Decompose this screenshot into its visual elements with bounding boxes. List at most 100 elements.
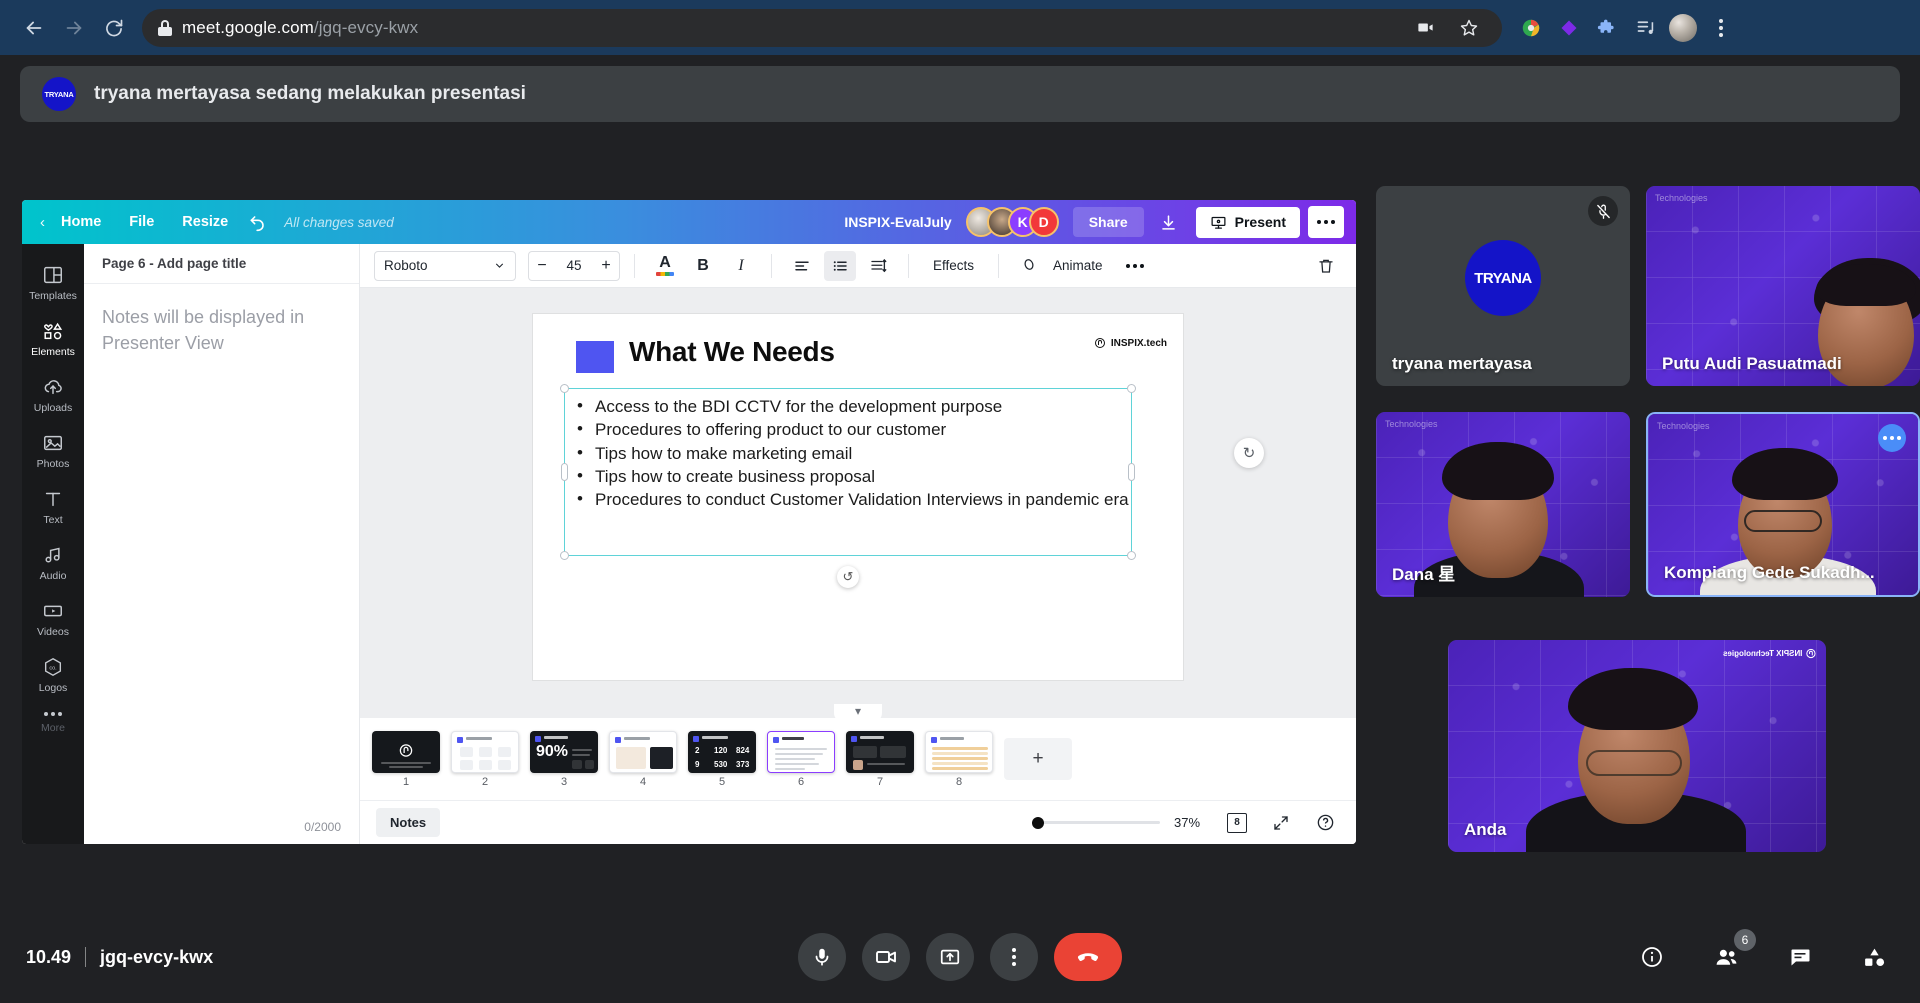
resize-handle-middle-left[interactable] [561,463,568,481]
activities-icon[interactable] [1854,937,1894,977]
toolbar-more-options[interactable] [1119,251,1151,281]
page-thumbnail[interactable]: 90% [530,730,598,773]
document-title[interactable]: INSPIX-EvalJuly [844,214,951,230]
participant-tile-kompiang[interactable]: Technologies Kompiang Gede Sukadh... [1646,412,1920,597]
zoom-slider[interactable] [1032,816,1160,829]
undo-icon[interactable] [242,207,274,237]
page-thumbnail-item[interactable]: 4 [609,730,677,788]
three-dot-menu-icon[interactable] [1702,9,1740,47]
microphone-icon[interactable] [798,933,846,981]
participant-more-options-icon[interactable] [1878,424,1906,452]
font-size-value[interactable]: 45 [555,258,593,273]
forward-arrow-icon[interactable] [54,8,94,48]
sidebar-item-text[interactable]: Text [22,478,84,534]
sidebar-item-photos[interactable]: Photos [22,422,84,478]
page-thumbnail-item[interactable]: 7 [846,730,914,788]
page-thumbnail[interactable] [846,730,914,773]
canva-more-options-button[interactable] [1308,206,1344,238]
page-thumbnail-item[interactable]: 1 [372,730,440,788]
extensions-puzzle-icon[interactable] [1588,9,1626,47]
present-screen-icon[interactable] [926,933,974,981]
effects-button[interactable]: Effects [923,258,984,273]
page-thumbnail[interactable] [767,730,835,773]
page-thumbnail[interactable] [372,730,440,773]
page-thumbnail-item[interactable]: 8 [925,730,993,788]
sidebar-item-templates[interactable]: Templates [22,254,84,310]
page-thumbnail[interactable] [451,730,519,773]
media-playlist-icon[interactable] [1626,9,1664,47]
collaborator-avatar-d[interactable]: D [1028,207,1059,237]
more-options-icon[interactable] [990,933,1038,981]
resize-handle-middle-right[interactable] [1128,463,1135,481]
page-thumbnail[interactable]: 2 120 824 9 530 373 [688,730,756,773]
participant-tile-dana[interactable]: Technologies Dana 星 [1376,412,1630,597]
add-page-button[interactable]: + [1004,738,1072,780]
participant-tile-anda[interactable]: INSPIX Technologies Anda [1448,640,1826,852]
home-button[interactable]: Home [47,208,115,236]
participant-tile-putu[interactable]: Technologies Putu Audi Pasuatmadi [1646,186,1920,386]
font-family-select[interactable]: Roboto [374,250,516,281]
fullscreen-icon[interactable] [1266,808,1296,838]
font-size-stepper[interactable]: − 45 + [528,250,620,281]
page-thumbnail[interactable] [925,730,993,773]
collapse-strip-chevron-icon[interactable]: ▾ [834,704,882,722]
italic-button[interactable]: I [725,251,757,281]
page-thumbnail-item[interactable]: 90% 3 [530,730,598,788]
download-icon[interactable] [1152,206,1186,238]
chat-icon[interactable] [1780,937,1820,977]
shared-screen-canva[interactable]: ‹ Home File Resize All changes saved INS… [22,200,1356,844]
trash-icon[interactable] [1310,251,1342,281]
page-thumbnail-item-current[interactable]: 6 [767,730,835,788]
address-bar[interactable]: meet.google.com/jgq-evcy-kwx [142,8,1502,47]
add-page-item[interactable]: + [1004,738,1072,780]
sidebar-item-logos[interactable]: co. Logos [22,646,84,702]
people-icon[interactable]: 6 [1706,929,1756,977]
page-count-button[interactable]: 8 [1222,808,1252,838]
extension-icon-colorful[interactable] [1512,9,1550,47]
video-camera-icon[interactable] [1408,11,1442,45]
end-call-icon[interactable] [1054,933,1122,981]
meeting-details-icon[interactable] [1632,937,1672,977]
animate-icon[interactable] [1013,251,1045,281]
canvas-area[interactable]: What We Needs INSPIX.tech Access to the … [360,288,1356,718]
avatar[interactable] [1664,9,1702,47]
extension-icon-diamond[interactable] [1550,9,1588,47]
line-spacing-icon[interactable] [862,251,894,281]
rotate-handle-icon[interactable]: ↺ [837,566,859,588]
resize-handle-bottom-right[interactable] [1127,551,1136,560]
sidebar-item-audio[interactable]: Audio [22,534,84,590]
page-thumbnail[interactable] [609,730,677,773]
font-size-decrease[interactable]: − [529,257,555,275]
reload-icon[interactable] [94,8,134,48]
animate-button[interactable]: Animate [1051,258,1113,273]
help-icon[interactable] [1310,808,1340,838]
canvas-rotate-icon[interactable]: ↻ [1234,438,1264,468]
resize-handle-top-right[interactable] [1127,384,1136,393]
notes-textarea[interactable]: Notes will be displayed in Presenter Vie… [84,284,359,820]
back-chevron-icon[interactable]: ‹ [34,214,47,231]
sidebar-item-more[interactable]: More [22,702,84,742]
slide-canvas[interactable]: What We Needs INSPIX.tech Access to the … [533,314,1183,680]
page-thumbnail-item[interactable]: 2 [451,730,519,788]
participant-tile-tryana[interactable]: TRYANA tryana mertayasa [1376,186,1630,386]
font-size-increase[interactable]: + [593,257,619,275]
align-left-icon[interactable] [786,251,818,281]
sidebar-item-elements[interactable]: Elements [22,310,84,366]
text-color-icon[interactable]: A [649,251,681,281]
resize-handle-bottom-left[interactable] [560,551,569,560]
camera-icon[interactable] [862,933,910,981]
share-button[interactable]: Share [1072,207,1144,237]
resize-handle-top-left[interactable] [560,384,569,393]
present-button[interactable]: Present [1195,206,1300,238]
slide-title[interactable]: What We Needs [629,336,835,368]
sidebar-item-uploads[interactable]: Uploads [22,366,84,422]
sidebar-item-videos[interactable]: Videos [22,590,84,646]
bold-button[interactable]: B [687,251,719,281]
page-thumbnail-item[interactable]: 2 120 824 9 530 373 5 [688,730,756,788]
selected-text-box[interactable]: Access to the BDI CCTV for the developme… [560,384,1136,588]
page-title-row[interactable]: Page 6 - Add page title [84,244,359,284]
notes-toggle-button[interactable]: Notes [376,808,441,837]
bullet-list-icon[interactable] [824,250,856,281]
back-arrow-icon[interactable] [14,8,54,48]
file-menu[interactable]: File [115,208,168,236]
